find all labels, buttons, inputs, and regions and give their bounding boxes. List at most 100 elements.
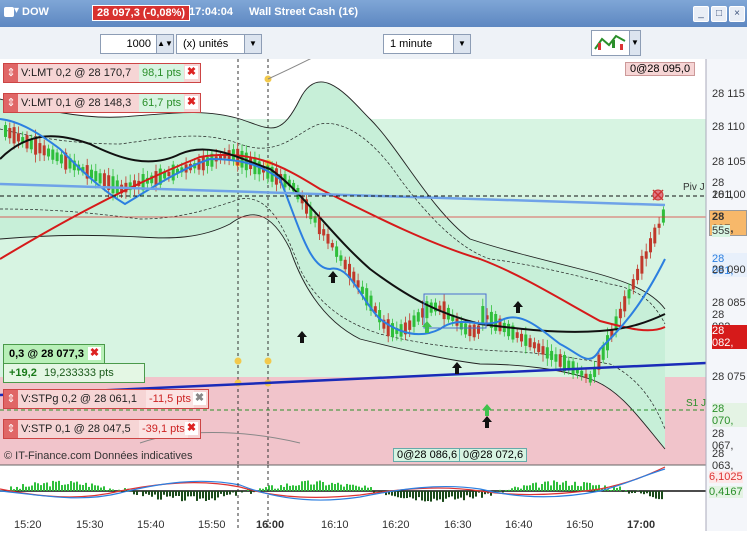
- candle-body: [658, 224, 661, 228]
- histogram-bar: [31, 486, 33, 491]
- histogram-bar: [457, 491, 459, 499]
- histogram-bar: [430, 491, 432, 502]
- maximize-button[interactable]: □: [711, 6, 727, 22]
- chevron-down-icon[interactable]: ▾: [14, 5, 19, 16]
- histogram-bar: [175, 491, 177, 496]
- units-value: (x) unités: [183, 35, 228, 53]
- histogram-bar: [586, 483, 588, 491]
- histogram-bar: [145, 491, 147, 494]
- spinner-arrows-icon[interactable]: ▲▼: [156, 35, 173, 53]
- pending-order-tag[interactable]: 0@28 095,0: [625, 62, 695, 76]
- marker-handle[interactable]: [235, 358, 242, 365]
- histogram-bar: [136, 491, 138, 495]
- candle-body: [335, 246, 338, 256]
- close-icon[interactable]: ✖: [185, 96, 198, 109]
- histogram-bar: [94, 485, 96, 491]
- histogram-bar: [307, 481, 309, 491]
- histogram-bar: [190, 491, 192, 496]
- close-button[interactable]: ×: [729, 6, 745, 22]
- chevron-down-icon[interactable]: ▼: [244, 35, 261, 53]
- histogram-bar: [343, 487, 345, 491]
- order-stop-2[interactable]: ⇕ V:STP 0,1 @ 28 047,5 -39,1 pts ✖: [3, 419, 201, 439]
- histogram-bar: [574, 482, 576, 491]
- close-icon[interactable]: ✖: [185, 422, 198, 435]
- order-limit-2[interactable]: ⇕ V:LMT 0,1 @ 28 148,3 61,7 pts ✖: [3, 93, 201, 113]
- histogram-bar: [421, 491, 423, 500]
- histogram-bar: [460, 491, 462, 498]
- histogram-bar: [466, 491, 468, 495]
- histogram-bar: [64, 485, 66, 491]
- histogram-bar: [151, 491, 153, 497]
- histogram-bar: [310, 485, 312, 491]
- candle-body: [112, 176, 115, 193]
- histogram-bar: [226, 491, 228, 495]
- close-icon[interactable]: ✖: [193, 392, 206, 405]
- histogram-bar: [85, 483, 87, 491]
- minimize-button[interactable]: _: [693, 6, 709, 22]
- histogram-bar: [49, 486, 51, 491]
- candle-body: [645, 251, 648, 258]
- chevron-down-icon[interactable]: ▼: [629, 30, 641, 56]
- close-icon[interactable]: ✖: [185, 66, 198, 79]
- histogram-bar: [454, 491, 456, 499]
- time-tick: 15:40: [137, 519, 165, 531]
- histogram-bar: [463, 491, 465, 500]
- candle-body: [550, 351, 553, 360]
- histogram-bar: [280, 485, 282, 491]
- units-select[interactable]: (x) unités ▼: [176, 34, 262, 54]
- drag-handle-icon[interactable]: ⇕: [4, 64, 18, 82]
- candle-body: [4, 125, 7, 137]
- drag-handle-icon[interactable]: ⇕: [4, 94, 18, 112]
- histogram-bar: [283, 487, 285, 491]
- histogram-bar: [166, 491, 168, 497]
- drag-handle-icon[interactable]: ⇕: [4, 390, 18, 408]
- candle-body: [56, 152, 59, 161]
- histogram-bar: [475, 491, 477, 497]
- histogram-bar: [436, 491, 438, 500]
- histogram-bar: [301, 481, 303, 491]
- drag-handle-icon[interactable]: ⇕: [4, 420, 18, 438]
- chevron-down-icon[interactable]: ▼: [453, 35, 470, 53]
- histogram-bar: [187, 491, 189, 496]
- candle-body: [167, 172, 170, 176]
- app-menu-icon[interactable]: [4, 7, 14, 17]
- candle-body: [481, 306, 484, 323]
- candle-body: [327, 234, 330, 244]
- candle-body: [537, 344, 540, 353]
- order-stop-1[interactable]: ⇕ V:STPg 0,2 @ 28 061,1 -11,5 pts ✖: [3, 389, 209, 409]
- timeframe-select[interactable]: 1 minute ▼: [383, 34, 471, 54]
- histogram-bar: [556, 482, 558, 491]
- histogram-bar: [553, 480, 555, 491]
- price-chart[interactable]: 28 115 28 110 28 105 28 085 28 075 28 10…: [0, 59, 747, 531]
- close-icon[interactable]: ✖: [88, 347, 101, 360]
- histogram-bar: [34, 482, 36, 491]
- order-pts: 61,7 pts: [139, 94, 184, 112]
- histogram-bar: [340, 485, 342, 491]
- histogram-bar: [445, 491, 447, 499]
- marker-handle[interactable]: [265, 358, 272, 365]
- histogram-bar: [502, 491, 504, 492]
- order-limit-1[interactable]: ⇕ V:LMT 0,2 @ 28 170,7 98,1 pts ✖: [3, 63, 201, 83]
- order-tag[interactable]: 0@28 072,6: [459, 448, 527, 462]
- histogram-bar: [178, 491, 180, 496]
- histogram-bar: [67, 484, 69, 491]
- histogram-bar: [106, 490, 108, 491]
- position-tag[interactable]: 0,3 @ 28 077,3 ✖: [3, 344, 105, 364]
- candle-body: [391, 323, 394, 337]
- histogram-bar: [541, 484, 543, 491]
- quantity-spinner[interactable]: 1000 ▲▼: [100, 34, 174, 54]
- histogram-bar: [304, 481, 306, 491]
- histogram-bar: [184, 491, 186, 501]
- order-tag[interactable]: 0@28 086,6: [393, 448, 461, 462]
- histogram-bar: [61, 485, 63, 491]
- histogram-bar: [631, 491, 633, 493]
- histogram-bar: [349, 485, 351, 491]
- time-tick: 16:30: [444, 519, 472, 531]
- histogram-bar: [298, 485, 300, 491]
- histogram-bar: [616, 488, 618, 491]
- candle-body: [103, 173, 106, 187]
- histogram-bar: [169, 491, 171, 496]
- histogram-bar: [520, 489, 522, 491]
- candle-body: [524, 334, 527, 345]
- chart-type-button[interactable]: [591, 30, 631, 56]
